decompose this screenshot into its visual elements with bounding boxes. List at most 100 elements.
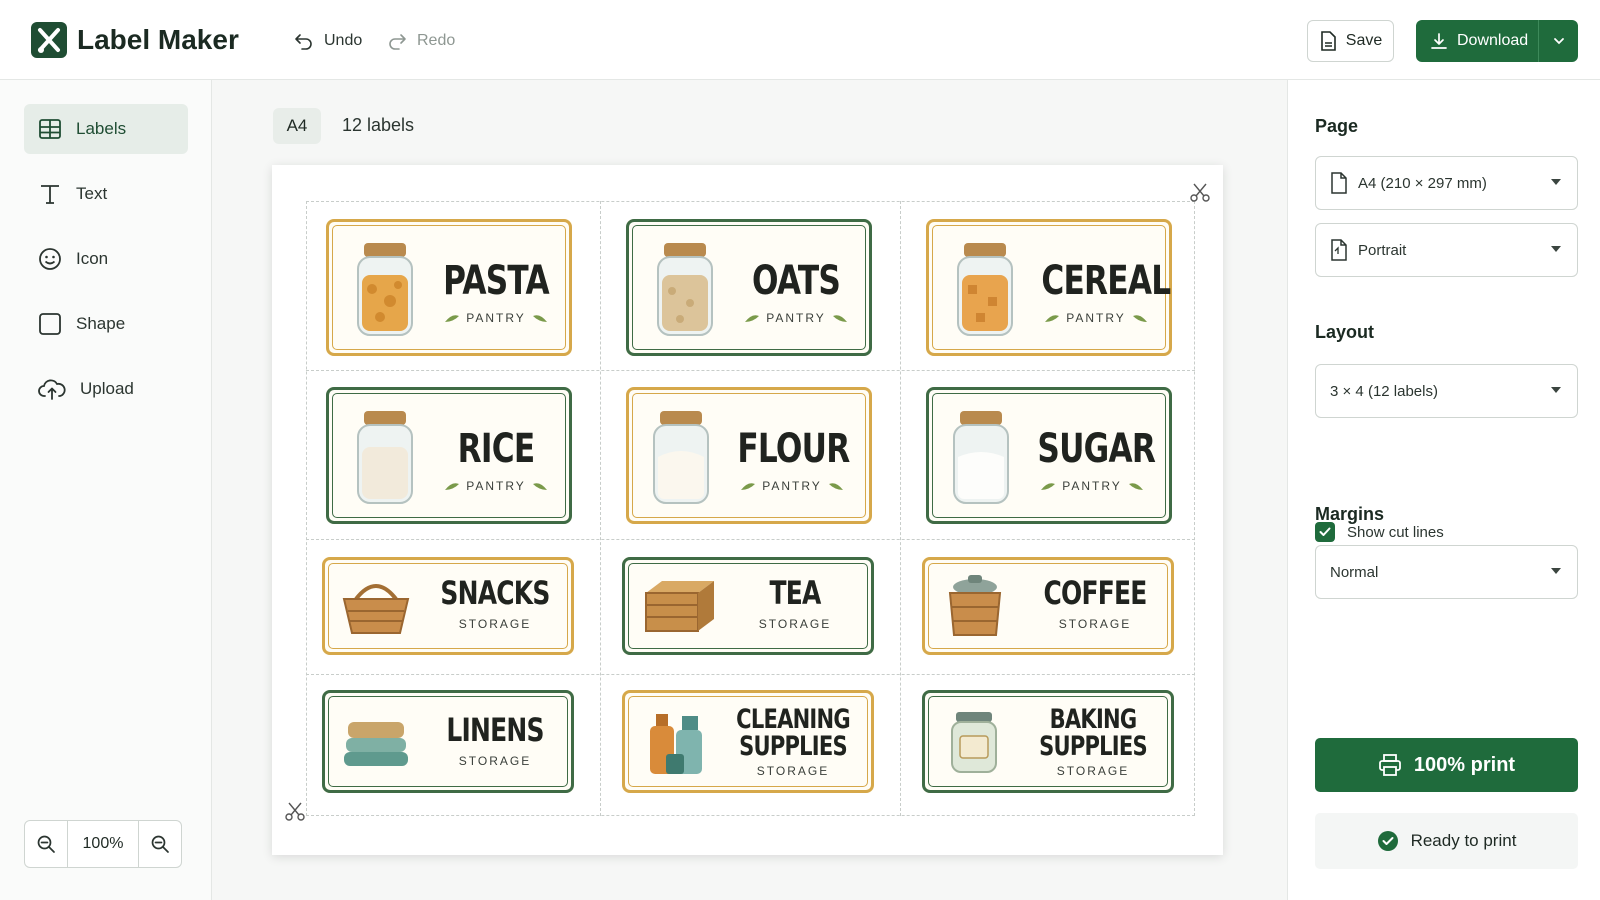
redo-icon [389,34,406,50]
scissors-icon [285,802,305,821]
zoom-in-button[interactable] [139,821,181,867]
label-subtitle: PANTRY [726,311,866,325]
save-label: Save [1345,32,1383,49]
label-subtitle-text: STORAGE [1056,764,1130,778]
label-coffee[interactable]: COFFEE STORAGE [922,557,1174,655]
checkbox-checked-icon[interactable] [1315,522,1335,542]
crate-icon [645,581,714,632]
leaf-icon [741,483,756,490]
label-baking-supplies[interactable]: BAKING SUPPLIES STORAGE [922,690,1174,793]
zoom-in-icon [151,835,169,853]
save-button[interactable]: Save [1307,20,1394,62]
label-subtitle-text: STORAGE [458,754,532,768]
label-count: 12 labels [342,115,415,135]
sidebar-item-text[interactable]: Text [24,169,188,219]
print-status: Ready to print [1315,813,1578,869]
label-title: OATS [751,258,841,304]
sidebar-item-label: Icon [76,249,109,268]
sidebar-item-label: Text [76,184,108,203]
label-subtitle-text: STORAGE [458,617,532,631]
oats-jar-icon [657,243,713,336]
label-sugar[interactable]: SUGAR PANTRY [926,387,1172,524]
margins-value: Normal [1330,563,1379,581]
label-flour[interactable]: FLOUR PANTRY [626,387,872,524]
label-subtitle-text: STORAGE [756,764,830,778]
towels-icon [344,722,408,766]
page-section-title: Page [1315,116,1359,136]
check-circle-icon [1377,831,1398,851]
zoom-out-button[interactable] [25,821,67,867]
label-subtitle-text: PANTRY [1066,311,1126,325]
cereal-jar-icon [957,243,1013,336]
label-sheet: PASTA PANTRY OATS PANTRY CEREAL PANTRY R… [272,165,1223,855]
label-subtitle-text: PANTRY [766,311,826,325]
label-subtitle-text: STORAGE [1058,617,1132,631]
label-linens[interactable]: LINENS STORAGE [322,690,574,793]
label-title: CLEANING SUPPLIES [731,706,854,760]
leaf-icon [745,315,760,322]
page-size-select[interactable]: A4 (210 × 297 mm) [1315,156,1578,210]
undo-button[interactable]: Undo [294,28,362,54]
chevron-down-icon [1551,568,1561,574]
scissors-icon [1190,183,1210,202]
download-main[interactable]: Download [1416,20,1538,62]
label-cereal[interactable]: CEREAL PANTRY [926,219,1172,356]
label-subtitle-text: PANTRY [466,311,526,325]
label-subtitle-text: PANTRY [762,479,822,493]
leaf-icon [1128,483,1143,490]
print-status-text: Ready to print [1410,831,1517,850]
orientation-value: Portrait [1358,241,1407,259]
print-button-label: 100% print [1413,753,1516,776]
label-title: CEREAL [1041,258,1171,304]
app-title: Label Maker [77,24,239,55]
label-subtitle: PANTRY [1026,311,1166,325]
leaf-icon [445,483,460,490]
cut-line-vertical [600,201,601,816]
sidebar-item-shape[interactable]: Shape [24,299,188,349]
save-icon [1320,31,1336,51]
sidebar-item-icon[interactable]: Icon [24,234,188,284]
label-subtitle-text: STORAGE [758,617,832,631]
leaf-icon [1045,315,1060,322]
label-title: SNACKS [440,574,550,612]
label-title: SUGAR [1037,426,1156,472]
basket-icon [342,584,410,634]
download-button[interactable]: Download [1416,20,1578,62]
download-options-toggle[interactable] [1538,20,1578,62]
orientation-select[interactable]: Portrait [1315,223,1578,277]
show-cut-lines-label: Show cut lines [1347,523,1444,541]
label-subtitle: PANTRY [426,479,566,493]
undo-icon [295,34,312,50]
label-snacks[interactable]: SNACKS STORAGE [322,557,574,655]
cut-line-horizontal [306,674,1195,675]
paper-size-chip[interactable]: A4 [273,108,321,144]
leaf-icon [532,315,547,322]
left-sidebar: Labels Text Icon Shape Upload 100% [0,80,212,900]
leaf-icon [1132,315,1147,322]
show-cut-lines-checkbox[interactable]: Show cut lines [1315,522,1444,542]
print-button[interactable]: 100% print [1315,738,1578,792]
page-icon [1331,172,1347,194]
label-pasta[interactable]: PASTA PANTRY [326,219,572,356]
sidebar-item-labels[interactable]: Labels [24,104,188,154]
leaf-icon [1041,483,1056,490]
smiley-icon [39,248,61,270]
zoom-out-icon [37,835,55,853]
page-size-value: A4 (210 × 297 mm) [1358,174,1487,192]
label-title: FLOUR [737,426,850,472]
label-tea[interactable]: TEA STORAGE [622,557,874,655]
chevron-down-icon [1553,38,1564,45]
label-cleaning-supplies[interactable]: CLEANING SUPPLIES STORAGE [622,690,874,793]
margins-select[interactable]: Normal [1315,545,1578,599]
sidebar-item-upload[interactable]: Upload [24,364,188,414]
layout-select[interactable]: 3 × 4 (12 labels) [1315,364,1578,418]
label-subtitle: PANTRY [426,311,566,325]
label-subtitle-text: PANTRY [466,479,526,493]
label-rice[interactable]: RICE PANTRY [326,387,572,524]
label-oats[interactable]: OATS PANTRY [626,219,872,356]
baking-jar-icon [951,712,997,773]
label-title-line: SUPPLIES [739,731,847,762]
redo-button[interactable]: Redo [387,28,455,54]
rice-jar-icon [357,411,413,504]
sidebar-item-label: Labels [76,119,127,138]
